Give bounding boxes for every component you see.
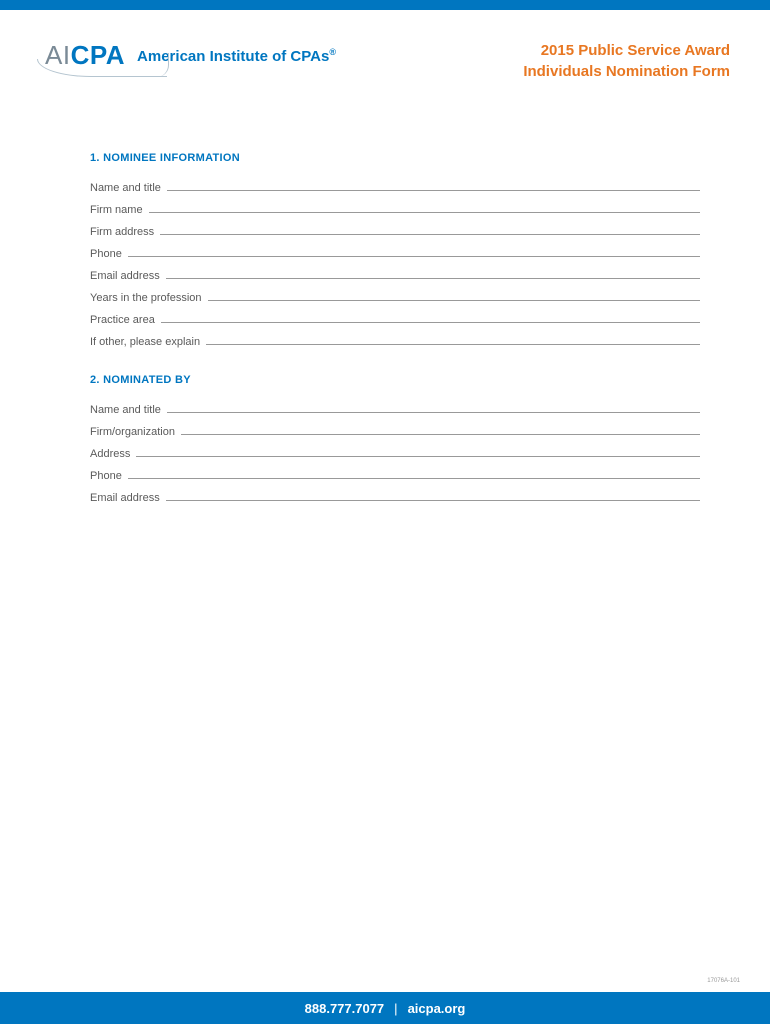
- nominee-section: 1. NOMINEE INFORMATION Name and title Fi…: [90, 152, 700, 348]
- field-label: Years in the profession: [90, 292, 202, 304]
- field-label: Firm/organization: [90, 426, 175, 438]
- field-label: If other, please explain: [90, 336, 200, 348]
- logo-cpa-text: CPA: [71, 40, 125, 70]
- field-label: Name and title: [90, 182, 161, 194]
- footer-separator: |: [394, 1001, 397, 1016]
- field-row: Years in the profession: [90, 288, 700, 304]
- form-content: 1. NOMINEE INFORMATION Name and title Fi…: [0, 82, 770, 504]
- bottom-bar: 888.777.7077 | aicpa.org: [0, 992, 770, 1024]
- practice-area-input[interactable]: [161, 310, 700, 323]
- logo-full-text: American Institute of CPAs®: [137, 47, 336, 65]
- nominee-heading: 1. NOMINEE INFORMATION: [90, 152, 700, 164]
- other-explain-input[interactable]: [206, 332, 700, 345]
- field-row: Practice area: [90, 310, 700, 326]
- years-input[interactable]: [208, 288, 701, 301]
- nominated-by-heading: 2. NOMINATED BY: [90, 374, 700, 386]
- nominator-email-input[interactable]: [166, 488, 700, 501]
- footer-document-code: 17076A-101: [707, 978, 740, 984]
- firm-address-input[interactable]: [160, 222, 700, 235]
- logo-ai-text: AI: [45, 40, 71, 70]
- field-row: If other, please explain: [90, 332, 700, 348]
- logo-section: AICPA American Institute of CPAs®: [45, 40, 336, 71]
- document-title: 2015 Public Service Award Individuals No…: [523, 40, 730, 82]
- phone-input[interactable]: [128, 244, 700, 257]
- header: AICPA American Institute of CPAs® 2015 P…: [0, 10, 770, 82]
- title-line-1: 2015 Public Service Award: [523, 40, 730, 61]
- nominator-name-input[interactable]: [167, 400, 700, 413]
- title-line-2: Individuals Nomination Form: [523, 61, 730, 82]
- field-row: Email address: [90, 488, 700, 504]
- nominator-firm-input[interactable]: [181, 422, 700, 435]
- field-label: Address: [90, 448, 130, 460]
- registered-mark: ®: [329, 47, 336, 57]
- logo-mark: AICPA: [45, 40, 125, 71]
- field-row: Email address: [90, 266, 700, 282]
- email-input[interactable]: [166, 266, 700, 279]
- field-row: Phone: [90, 244, 700, 260]
- nominator-phone-input[interactable]: [128, 466, 700, 479]
- field-label: Phone: [90, 470, 122, 482]
- field-row: Name and title: [90, 400, 700, 416]
- nominator-address-input[interactable]: [136, 444, 700, 457]
- field-row: Firm/organization: [90, 422, 700, 438]
- field-row: Phone: [90, 466, 700, 482]
- field-row: Firm name: [90, 200, 700, 216]
- field-row: Address: [90, 444, 700, 460]
- field-label: Email address: [90, 270, 160, 282]
- field-label: Phone: [90, 248, 122, 260]
- field-label: Email address: [90, 492, 160, 504]
- name-title-input[interactable]: [167, 178, 700, 191]
- field-label: Practice area: [90, 314, 155, 326]
- footer-phone: 888.777.7077: [305, 1001, 385, 1016]
- firm-name-input[interactable]: [149, 200, 700, 213]
- top-accent-bar: [0, 0, 770, 10]
- nominated-by-section: 2. NOMINATED BY Name and title Firm/orga…: [90, 374, 700, 504]
- field-row: Firm address: [90, 222, 700, 238]
- field-label: Firm name: [90, 204, 143, 216]
- field-label: Name and title: [90, 404, 161, 416]
- field-row: Name and title: [90, 178, 700, 194]
- field-label: Firm address: [90, 226, 154, 238]
- footer-url: aicpa.org: [408, 1001, 466, 1016]
